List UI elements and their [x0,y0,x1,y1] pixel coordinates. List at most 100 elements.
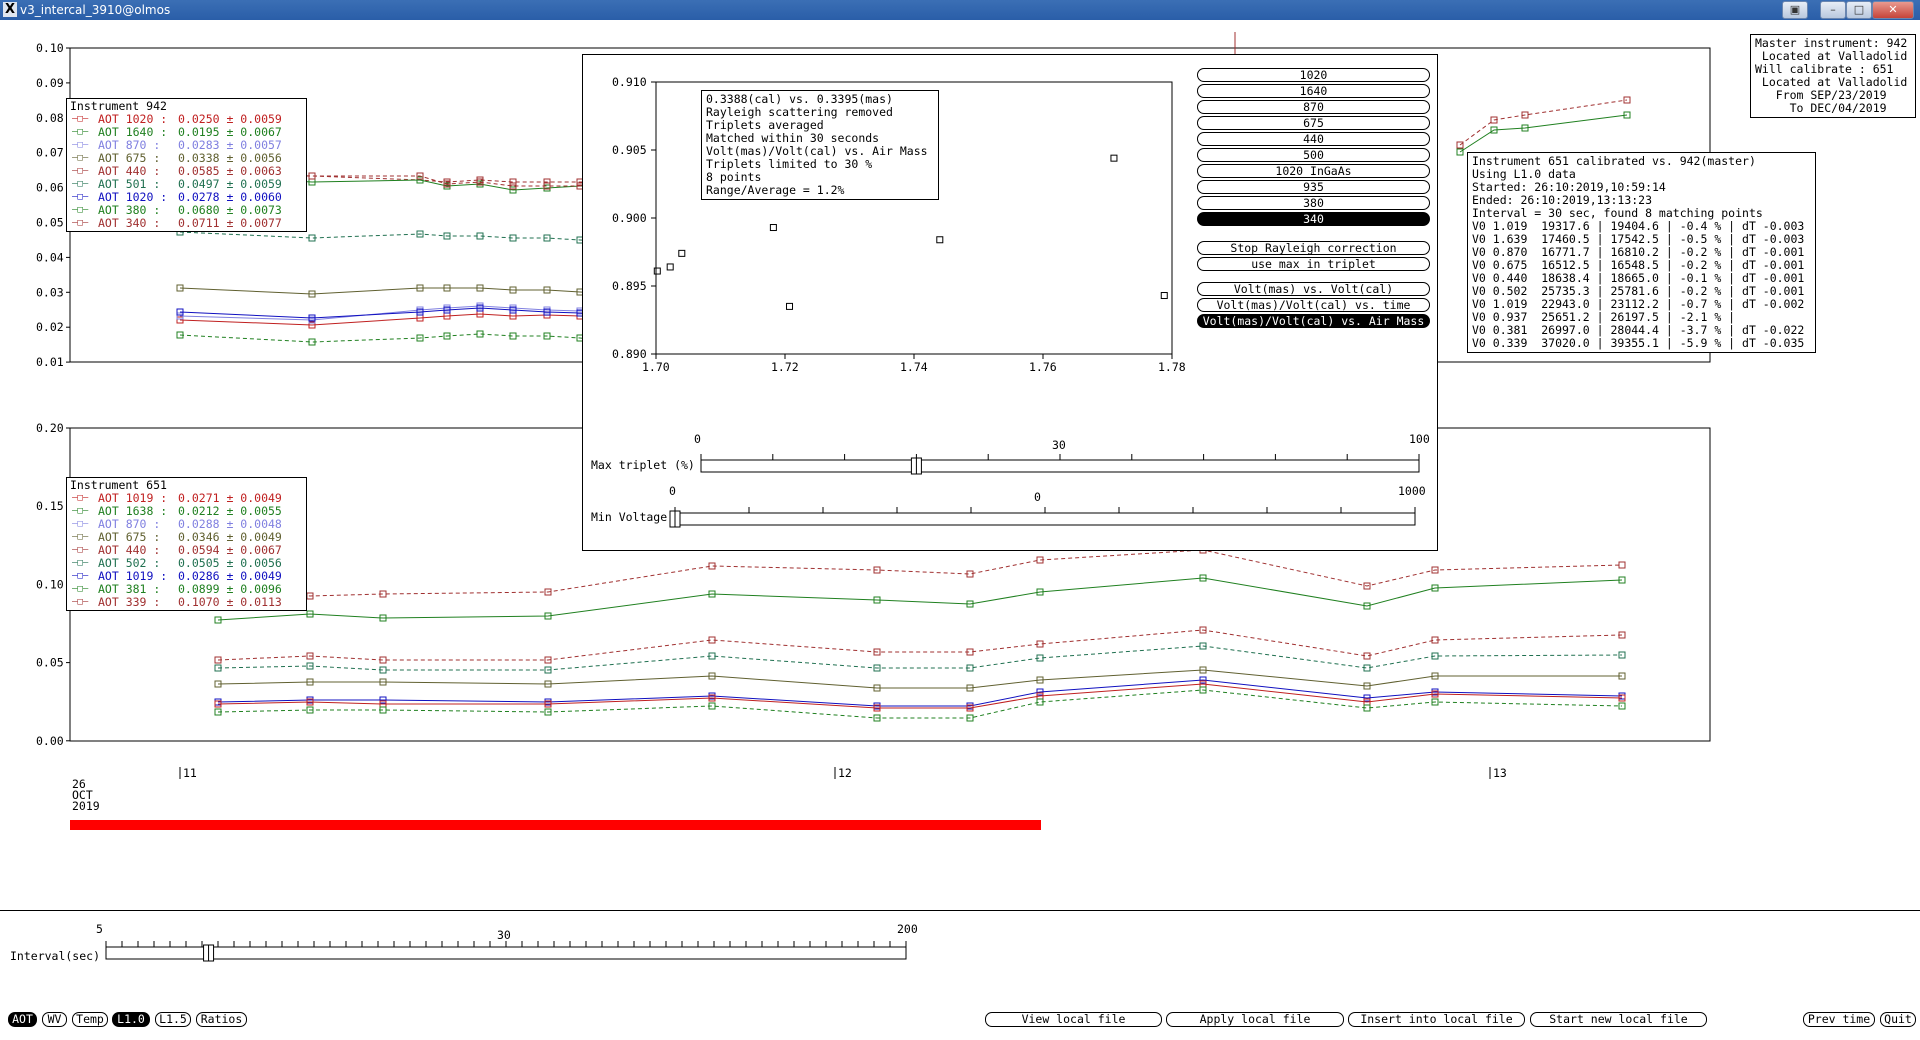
calibration-popup: 1.70 1.72 1.74 1.76 1.78 0.910 0.905 0.900 0.895… [582,54,1438,551]
wavelength-button-340[interactable]: 340 [1197,212,1430,226]
top-legend-symbol: —□— [72,153,89,163]
bottom-series-line [217,549,1623,597]
use-max-triplet-button[interactable]: use max in triplet [1197,257,1430,271]
top-series-line [179,231,621,243]
bottom-plot-curves [214,546,1626,722]
bottom-legend-symbol: —□— [72,571,89,581]
stop-rayleigh-button[interactable]: Stop Rayleigh correction [1197,241,1430,255]
calibration-results-box: Instrument 651 calibrated vs. 942(master… [1467,152,1816,353]
x-tick-label: 11 [183,766,197,780]
bottom-y-tick-label: 0.05 [36,656,64,670]
popup-sliders [669,454,1420,528]
time-progress-bar [70,820,1041,830]
min-voltage-min: 0 [669,484,676,498]
interval-mid: 30 [497,928,511,942]
wavelength-button-1020-ingaas[interactable]: 1020 InGaAs [1197,164,1430,178]
x-tick-label: 13 [1493,766,1507,780]
wavelength-button-440[interactable]: 440 [1197,132,1430,146]
top-legend-row: —□— AOT 340 : 0.0711 ± 0.0077 [70,217,303,230]
top-series-line [179,333,621,343]
bottom-series-line [217,645,1623,671]
date-year: 2019 [72,799,100,813]
mode-button-aot[interactable]: AOT [8,1012,37,1027]
wavelength-button-675[interactable]: 675 [1197,116,1430,130]
bottom-legend-label: AOT 339 : [98,595,161,609]
prev-time-button[interactable]: Prev time [1803,1012,1875,1027]
scatter-y-tick-label: 0.910 [612,75,647,89]
bottom-legend-symbol: —□— [72,584,89,594]
scatter-point [666,263,674,271]
scatter-point [1110,154,1118,162]
wavelength-button-500[interactable]: 500 [1197,148,1430,162]
scatter-y-tick-label: 0.905 [612,143,647,157]
plot-mode-button-1[interactable]: Volt(mas) vs. Volt(cal) [1197,282,1430,296]
scatter-y-tick-label: 0.895 [612,279,647,293]
top-series-line [179,287,621,295]
max-triplet-min: 0 [694,432,701,446]
scatter-point [786,302,794,310]
top-legend-symbol: —□— [72,140,89,150]
bottom-legend-symbol: —□— [72,532,89,542]
top-legend-value: 0.0711 ± 0.0077 [178,216,282,230]
plot-mode-button-3[interactable]: Volt(mas)/Volt(cal) vs. Air Mass [1197,314,1430,328]
bottom-series-line [217,577,1623,621]
interval-min: 5 [96,922,103,936]
bottom-series-marker [1618,561,1626,569]
max-triplet-max: 100 [1409,432,1430,446]
scatter-point [653,267,661,275]
bottom-legend-symbol: —□— [72,506,89,516]
top-y-tick-label: 0.05 [36,216,64,230]
bottom-y-tick-label: 0.15 [36,499,64,513]
file-button-4[interactable]: Start new local file [1530,1012,1707,1027]
calib-box-line: V0 0.339 37020.0 | 39355.1 | -5.9 % | dT… [1472,336,1805,350]
quit-button[interactable]: Quit [1880,1012,1916,1027]
scatter-x-tick-label: 1.74 [900,360,928,374]
bottom-legend-row: —□— AOT 339 : 0.1070 ± 0.0113 [70,596,303,609]
top-y-tick-label: 0.02 [36,320,64,334]
min-voltage-slider-track [674,512,1416,526]
bottom-legend-symbol: —□— [72,519,89,529]
top-series-line-right [1459,114,1628,153]
top-legend-symbol: —□— [72,127,89,137]
plot-mode-button-2[interactable]: Volt(mas)/Volt(cal) vs. time [1197,298,1430,312]
top-legend-symbol: —□— [72,218,89,228]
min-voltage-max: 1000 [1398,484,1426,498]
scatter-point [1160,292,1168,300]
file-button-1[interactable]: View local file [985,1012,1162,1027]
scatter-y-tick-label: 0.890 [612,347,647,361]
master-instrument-box: Master instrument: 942 Located at Vallad… [1750,34,1916,118]
wavelength-button-380[interactable]: 380 [1197,196,1430,210]
top-y-tick-label: 0.01 [36,355,64,369]
top-legend-symbol: —□— [72,166,89,176]
mode-button-wv[interactable]: WV [42,1012,67,1027]
wavelength-button-870[interactable]: 870 [1197,100,1430,114]
interval-slider-track [105,946,907,960]
scatter-point [769,224,777,232]
bottom-y-tick-label: 0.00 [36,734,64,748]
bottom-y-tick-label: 0.20 [36,421,64,435]
scatter-x-tick-label: 1.72 [771,360,799,374]
top-y-tick-label: 0.08 [36,111,64,125]
scatter-point [936,236,944,244]
bottom-series-line [217,679,1623,707]
mode-button-l15[interactable]: L1.5 [155,1012,191,1027]
wavelength-button-1020[interactable]: 1020 [1197,68,1430,82]
top-legend-label: AOT 340 : [98,216,161,230]
mode-button-l10[interactable]: L1.0 [112,1012,150,1027]
scatter-x-tick-label: 1.70 [642,360,670,374]
mode-button-temp[interactable]: Temp [72,1012,108,1027]
mode-button-ratios[interactable]: Ratios [196,1012,247,1027]
bottom-legend-symbol: —□— [72,597,89,607]
top-plot-y-ticks: 0.10 0.09 0.08 0.07 0.06 0.05 0.04 0.03 0.02 0.01 [36,41,70,369]
bottom-series-line [217,629,1623,661]
wavelength-button-1640[interactable]: 1640 [1197,84,1430,98]
file-button-2[interactable]: Apply local file [1166,1012,1344,1027]
file-button-3[interactable]: Insert into local file [1348,1012,1525,1027]
info-box-line: Range/Average = 1.2% [706,183,845,197]
scatter-x-tick-label: 1.76 [1029,360,1057,374]
popup-info-box: 0.3388(cal) vs. 0.3395(mas) Rayleigh scat… [701,90,939,200]
bottom-legend-symbol: —□— [72,558,89,568]
bottom-series-line [217,669,1622,689]
wavelength-button-935[interactable]: 935 [1197,180,1430,194]
interval-max: 200 [897,922,918,936]
